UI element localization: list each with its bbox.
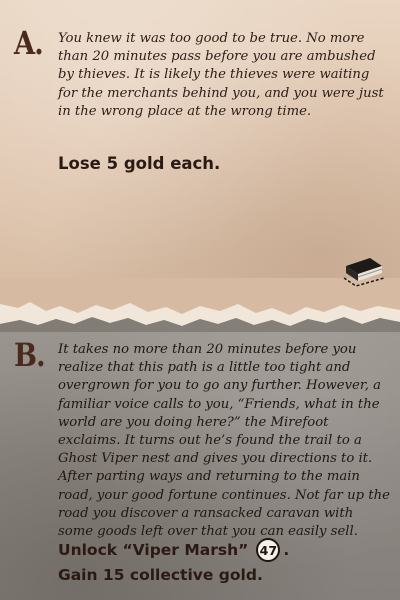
option-a-result: Lose 5 gold each. [58, 154, 221, 173]
option-b-unlock: Unlock “Viper Marsh” 47 . [58, 538, 289, 562]
unlock-label: Unlock “Viper Marsh” [58, 541, 249, 559]
unlock-suffix: . [283, 541, 290, 559]
scenario-card: A. You knew it was too good to be true. … [0, 0, 400, 600]
torn-paper-edge [0, 278, 400, 332]
location-number-badge: 47 [256, 538, 281, 562]
option-a-text: You knew it was too good to be true. No … [58, 31, 384, 119]
option-a-letter: A. [14, 24, 44, 62]
option-b-letter: B. [14, 336, 46, 374]
book-icon [343, 258, 385, 287]
option-b-gain: Gain 15 collective gold. [58, 566, 263, 584]
option-b-text: It takes no more than 20 minutes before … [58, 342, 390, 540]
